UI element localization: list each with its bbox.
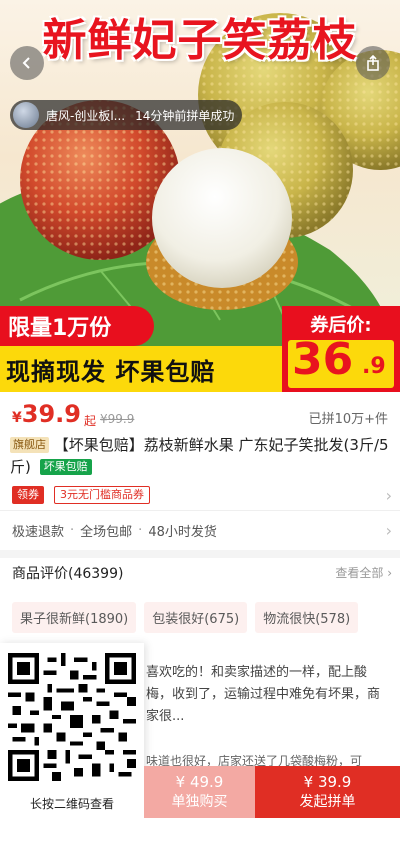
review-tag[interactable]: 物流很快(578): [255, 602, 359, 633]
service-48h-shipping: 48小时发货: [148, 524, 217, 540]
service-fast-refund: 极速退款: [12, 524, 65, 540]
review-tags: 果子很新鲜(1890) 包装很好(675) 物流很快(578): [12, 602, 392, 633]
review-text: 喜欢吃的！和卖家描述的一样，配上酸梅，收到了，运输过程中难免有坏果，商家很...: [146, 665, 381, 724]
reviews-title: 商品评价(46399): [12, 566, 124, 582]
promo-price-decimal: .9: [362, 354, 386, 379]
back-button[interactable]: [10, 46, 44, 80]
coupon-row[interactable]: 领券 3元无门槛商品券 ›: [12, 484, 392, 506]
product-hero-image[interactable]: 新鲜妃子笑荔枝 唐风-创业板l... 14分钟前拼单成功 限量1万份 现摘现发 …: [0, 0, 400, 392]
currency-symbol: ¥: [12, 410, 22, 426]
section-gap: [0, 550, 400, 558]
qr-code-panel[interactable]: 长按二维码查看: [0, 643, 144, 849]
service-free-shipping: 全场包邮: [80, 524, 133, 540]
ticker-message: 14分钟前拼单成功: [135, 108, 235, 123]
promo-limited-badge: 限量1万份: [0, 306, 154, 346]
guarantee-badge: 坏果包赔: [39, 459, 92, 475]
group-buy-price: ¥ 39.9: [303, 773, 352, 791]
buy-alone-button[interactable]: ¥ 49.9 单独购买: [144, 766, 255, 818]
ticker-user-name: 唐风-创业板l...: [46, 108, 126, 123]
separator-dot: ·: [70, 522, 75, 538]
promo-slogan: 现摘现发 坏果包赔: [0, 346, 282, 392]
hero-banner-title: 新鲜妃子笑荔枝: [42, 15, 358, 66]
current-price: ¥39.9: [12, 400, 81, 428]
get-coupon-label: 领券: [12, 486, 44, 504]
chevron-left-icon: [22, 57, 30, 69]
review-tag[interactable]: 果子很新鲜(1890): [12, 602, 137, 633]
avatar: [13, 102, 39, 128]
service-row[interactable]: 极速退款 · 全场包邮 · 48小时发货 ›: [12, 518, 392, 542]
share-button[interactable]: [356, 46, 390, 80]
buy-alone-price: ¥ 49.9: [175, 773, 224, 791]
share-icon: [367, 55, 379, 71]
sold-count: 已拼10万+件: [308, 412, 388, 427]
coupon-badge: 3元无门槛商品券: [54, 486, 150, 504]
promo-after-coupon-price: 券后价: 36 .9: [282, 306, 400, 392]
group-buy-label: 发起拼单: [299, 794, 356, 810]
chevron-right-icon: ›: [385, 485, 392, 505]
buy-alone-label: 单独购买: [171, 794, 228, 810]
qr-code-image: [8, 653, 136, 781]
store-badge: 旗舰店: [10, 437, 49, 453]
view-all-reviews-link[interactable]: 查看全部 ›: [335, 564, 392, 581]
review-tag[interactable]: 包装很好(675): [144, 602, 248, 633]
price-qi-label: 起: [84, 414, 97, 428]
chevron-right-icon: ›: [385, 520, 392, 540]
separator-dot: ·: [138, 522, 143, 538]
start-group-buy-button[interactable]: ¥ 39.9 发起拼单: [255, 766, 400, 818]
price-row: ¥39.9 起 ¥99.9 已拼10万+件: [0, 398, 400, 432]
qr-caption: 长按二维码查看: [29, 797, 114, 811]
current-price-value: 39.9: [21, 400, 81, 428]
bottom-safe-area: [144, 818, 400, 849]
group-buy-ticker: 唐风-创业板l... 14分钟前拼单成功: [10, 100, 242, 130]
reviews-header[interactable]: 商品评价(46399) 查看全部 ›: [12, 563, 392, 585]
divider: [0, 510, 400, 511]
product-title: 旗舰店 【坏果包赔】荔枝新鲜水果 广东妃子笑批发(3斤/5斤) 坏果包赔: [10, 434, 392, 478]
view-all-label: 查看全部: [335, 566, 384, 580]
original-price: ¥99.9: [100, 412, 135, 426]
promo-price-integer: 36: [292, 334, 354, 385]
